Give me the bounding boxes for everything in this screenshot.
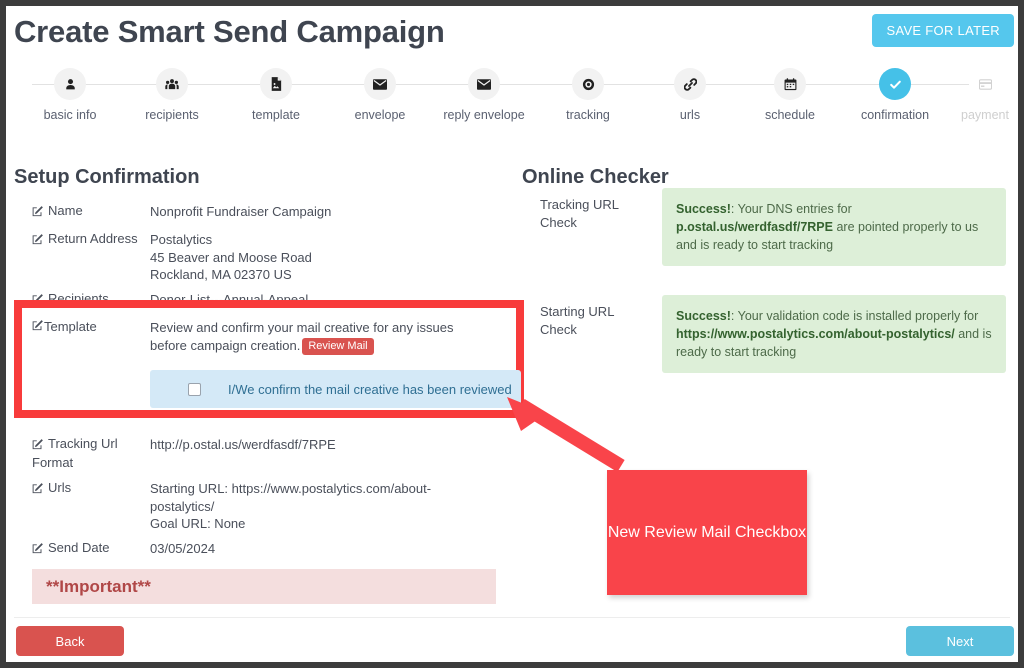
confirm-review-checkbox[interactable] xyxy=(188,382,201,396)
edit-icon[interactable] xyxy=(32,482,44,499)
review-confirmation-panel: I/We confirm the mail creative has been … xyxy=(150,370,521,408)
alert-text-pre: : Your DNS entries for xyxy=(730,202,852,216)
row-label: Tracking Url Format xyxy=(32,436,144,471)
step-tracking[interactable]: tracking xyxy=(536,68,640,124)
row-value: Nonprofit Fundraiser Campaign xyxy=(150,204,332,219)
step-label: urls xyxy=(679,108,701,122)
step-urls[interactable]: urls xyxy=(638,68,742,124)
row-label-text: Tracking Url Format xyxy=(32,436,118,470)
step-envelope[interactable]: envelope xyxy=(328,68,432,124)
step-schedule[interactable]: schedule xyxy=(738,68,842,124)
annotation-callout-text: New Review Mail Checkbox xyxy=(607,523,807,541)
row-label-text: Send Date xyxy=(48,540,110,555)
row-value: Postalytics 45 Beaver and Moose Road Roc… xyxy=(150,232,312,283)
step-payment: payment xyxy=(933,68,1018,124)
checker-row-label: Starting URL Check xyxy=(540,304,614,337)
review-mail-button[interactable]: Review Mail xyxy=(302,338,374,356)
row-label-text: Return Address xyxy=(48,231,138,246)
calendar-icon xyxy=(774,68,806,100)
step-confirmation[interactable]: confirmation xyxy=(843,68,947,124)
row-value: Donor-List---Annual-Appeal xyxy=(150,292,309,307)
back-button[interactable]: Back xyxy=(16,626,124,656)
online-checker-heading: Online Checker xyxy=(522,166,669,188)
target-icon xyxy=(572,68,604,100)
check-icon xyxy=(879,68,911,100)
page-header: Create Smart Send Campaign SAVE FOR LATE… xyxy=(6,6,1018,62)
step-label: confirmation xyxy=(860,108,930,122)
alert-text-pre: : Your validation code is installed prop… xyxy=(730,309,979,323)
step-label: envelope xyxy=(354,108,406,122)
edit-icon[interactable] xyxy=(32,542,44,559)
step-label: reply envelope xyxy=(443,108,525,122)
envelope-icon xyxy=(364,68,396,100)
edit-icon[interactable] xyxy=(32,293,44,310)
edit-icon[interactable] xyxy=(32,438,44,455)
step-label: tracking xyxy=(566,108,610,122)
edit-icon[interactable] xyxy=(32,205,44,222)
setup-confirmation-heading: Setup Confirmation xyxy=(14,166,200,188)
next-button[interactable]: Next xyxy=(906,626,1014,656)
page-title: Create Smart Send Campaign xyxy=(14,14,445,49)
row-label: Recipients xyxy=(32,291,144,310)
credit-card-icon xyxy=(969,68,1001,100)
step-label: recipients xyxy=(145,108,199,122)
row-label: Name xyxy=(32,203,144,222)
step-reply-envelope[interactable]: reply envelope xyxy=(432,68,536,124)
row-label: Send Date xyxy=(32,540,144,559)
save-for-later-button[interactable]: SAVE FOR LATER xyxy=(872,14,1014,47)
checker-row-label: Tracking URL Check xyxy=(540,197,619,230)
row-value: 03/05/2024 xyxy=(150,541,216,556)
annotation-callout-box: New Review Mail Checkbox xyxy=(607,470,807,595)
row-value: http://p.ostal.us/werdfasdf/7RPE xyxy=(150,437,336,452)
step-label: schedule xyxy=(764,108,816,122)
row-label-text: Name xyxy=(48,203,83,218)
users-icon xyxy=(156,68,188,100)
important-notice-text: **Important** xyxy=(46,577,151,596)
campaign-wizard-page: Create Smart Send Campaign SAVE FOR LATE… xyxy=(6,6,1018,662)
envelope-icon xyxy=(468,68,500,100)
row-label-text: Recipients xyxy=(48,291,109,306)
template-row-label: Template xyxy=(32,319,144,334)
row-value: Starting URL: https://www.postalytics.co… xyxy=(150,481,432,532)
status-alert-success: Success!: Your validation code is instal… xyxy=(662,295,1006,374)
wizard-stepper: basic info recipients template envelope xyxy=(18,68,1009,146)
step-basic-info[interactable]: basic info xyxy=(18,68,122,124)
edit-icon[interactable] xyxy=(32,319,44,334)
status-badge: Success! xyxy=(676,309,731,323)
template-description: Review and confirm your mail creative fo… xyxy=(150,319,490,356)
step-label: template xyxy=(252,108,300,122)
file-image-icon xyxy=(260,68,292,100)
confirm-review-label: I/We confirm the mail creative has been … xyxy=(228,381,512,397)
step-label: basic info xyxy=(43,108,97,122)
step-label: payment xyxy=(961,108,1009,122)
row-label: Return Address xyxy=(32,231,144,250)
row-label-text: Urls xyxy=(48,480,72,495)
alert-highlight: https://www.postalytics.com/about-postal… xyxy=(676,327,955,342)
status-badge: Success! xyxy=(676,202,731,216)
alert-highlight: p.ostal.us/werdfasdf/7RPE xyxy=(676,220,833,235)
link-icon xyxy=(674,68,706,100)
edit-icon[interactable] xyxy=(32,233,44,250)
user-icon xyxy=(54,68,86,100)
status-alert-success: Success!: Your DNS entries for p.ostal.u… xyxy=(662,188,1006,267)
template-label-text: Template xyxy=(44,319,97,334)
footer-divider xyxy=(14,617,1010,618)
step-template[interactable]: template xyxy=(224,68,328,124)
row-label: Urls xyxy=(32,480,144,499)
important-notice-box: **Important** xyxy=(32,569,496,604)
step-recipients[interactable]: recipients xyxy=(120,68,224,124)
